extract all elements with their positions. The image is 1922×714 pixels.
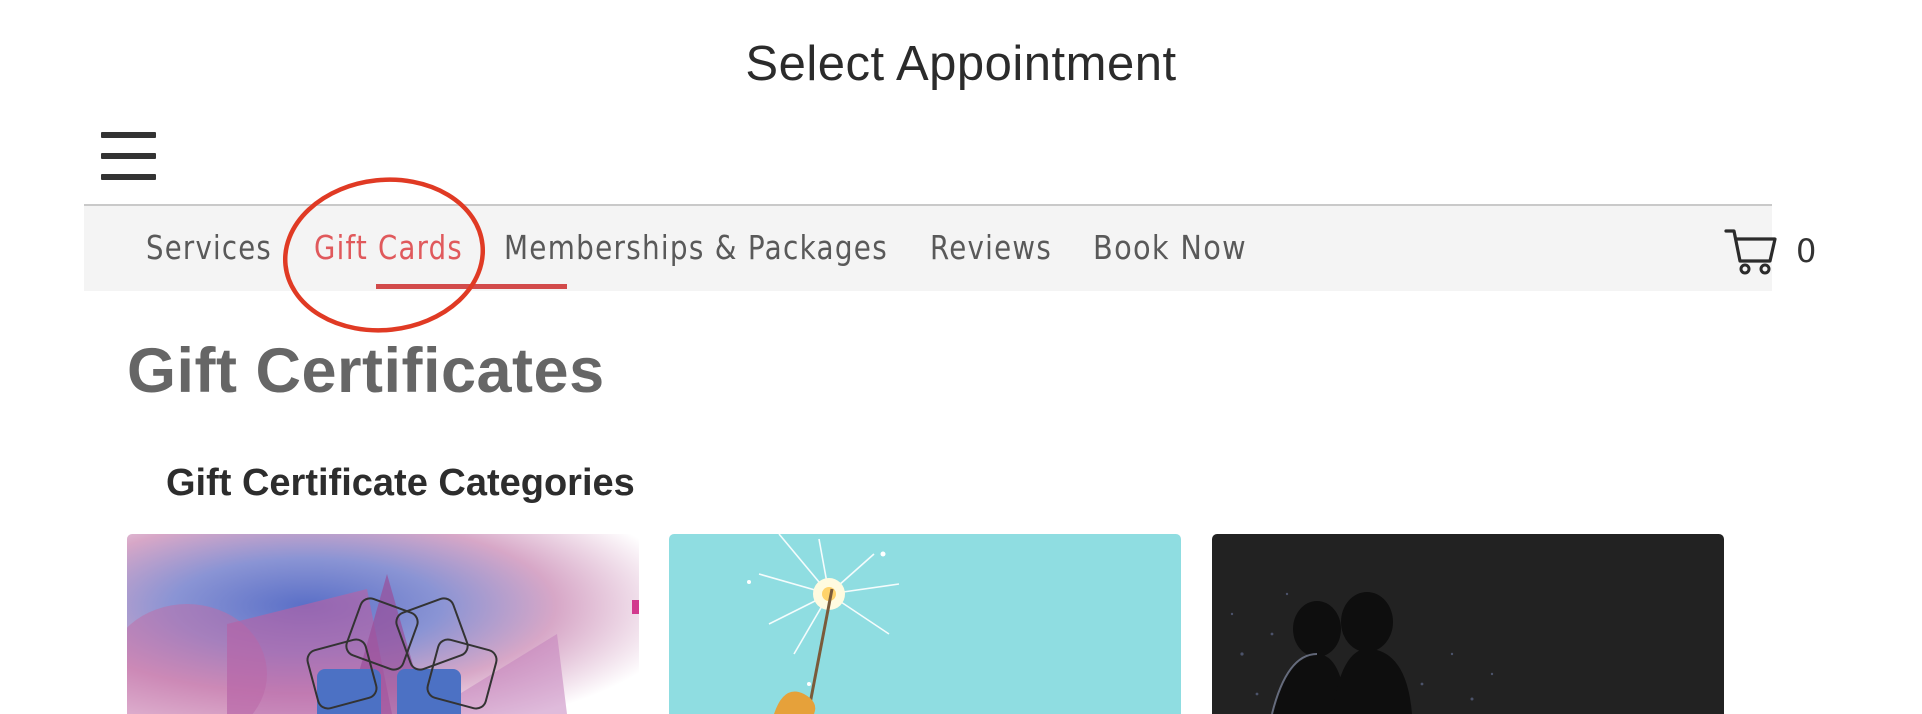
active-tab-indicator — [376, 284, 567, 289]
menu-icon[interactable] — [101, 132, 156, 180]
menu-icon-bar — [101, 153, 156, 159]
nav-item-gift-cards[interactable]: Gift Cards — [314, 228, 463, 267]
card-image-couple — [1212, 534, 1724, 714]
cart-button[interactable]: 0 — [1724, 226, 1816, 276]
cart-icon — [1724, 229, 1777, 275]
gift-category-card-2[interactable] — [669, 534, 1181, 714]
gift-category-card-1[interactable] — [127, 534, 639, 714]
menu-icon-bar — [101, 174, 156, 180]
card-image-lotus — [127, 534, 639, 714]
page-header-title: Select Appointment — [745, 37, 1177, 91]
card-image-sparkler — [669, 534, 1181, 714]
section-subtitle: Gift Certificate Categories — [166, 462, 635, 504]
nav-item-memberships-packages[interactable]: Memberships & Packages — [504, 228, 888, 267]
menu-icon-bar — [101, 132, 156, 138]
gift-category-card-3[interactable] — [1212, 534, 1724, 714]
nav-item-services[interactable]: Services — [146, 228, 272, 267]
main-navbar: Services Gift Cards Memberships & Packag… — [84, 204, 1816, 291]
nav-item-book-now[interactable]: Book Now — [1093, 228, 1247, 267]
nav-item-reviews[interactable]: Reviews — [930, 228, 1052, 267]
cart-count: 0 — [1796, 232, 1817, 270]
page-title: Gift Certificates — [127, 336, 605, 406]
